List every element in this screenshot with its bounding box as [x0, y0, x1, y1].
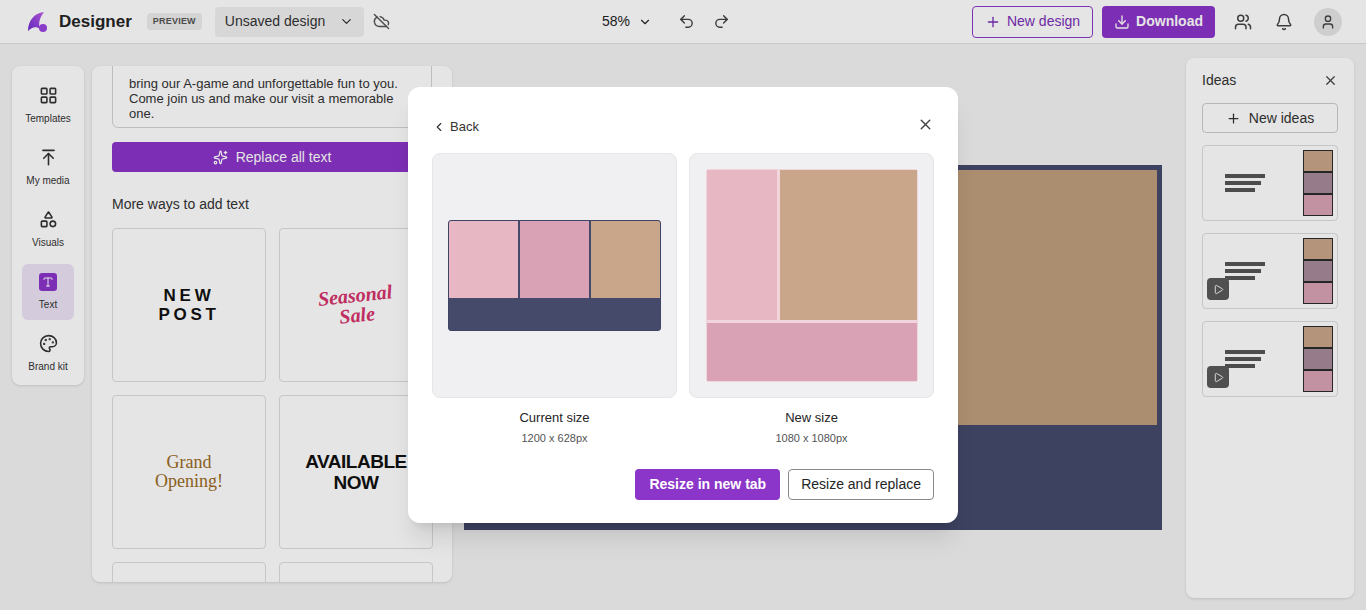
size-preview-card	[689, 153, 934, 398]
resize-dialog: Back Current size 1200 x 628px New size 1080…	[408, 87, 958, 523]
size-label: Current size	[519, 408, 589, 428]
chevron-left-icon	[432, 120, 446, 134]
square-preview	[706, 169, 918, 382]
back-button[interactable]: Back	[432, 117, 479, 137]
size-label: New size	[785, 408, 838, 428]
modal-overlay: Back Current size 1200 x 628px New size 1080…	[0, 0, 1366, 610]
size-option: Current size 1200 x 628px	[432, 153, 677, 447]
designer-app: DesignerPREVIEWUnsaved design58%New desi…	[0, 0, 1366, 610]
size-value: 1080 x 1080px	[775, 430, 847, 447]
size-option: New size 1080 x 1080px	[689, 153, 934, 447]
landscape-preview	[448, 220, 661, 331]
close-icon[interactable]	[917, 116, 934, 133]
resize-replace-button[interactable]: Resize and replace	[788, 469, 934, 500]
size-value: 1200 x 628px	[521, 430, 587, 447]
size-preview-card	[432, 153, 677, 398]
resize-new-tab-button[interactable]: Resize in new tab	[635, 469, 780, 500]
